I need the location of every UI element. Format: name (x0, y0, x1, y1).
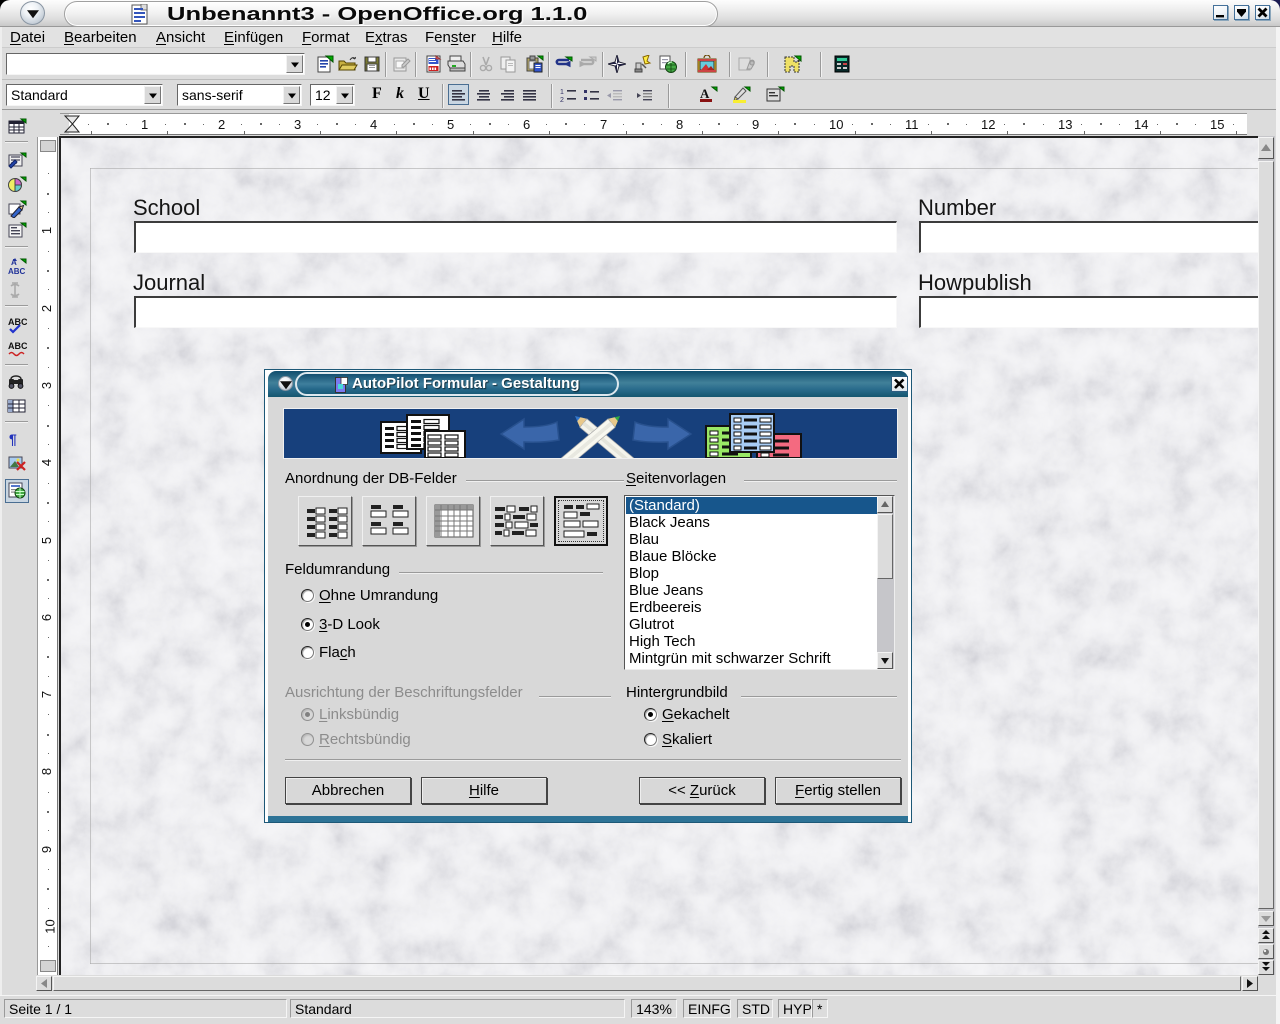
svg-text:A: A (11, 258, 17, 267)
svg-text:ABC: ABC (8, 341, 27, 351)
svg-text:2: 2 (560, 97, 564, 104)
svg-text:ABC: ABC (8, 317, 27, 327)
svg-text:1: 1 (560, 89, 564, 96)
svg-text:¶: ¶ (9, 431, 17, 447)
svg-text:A: A (700, 86, 710, 101)
svg-text:ABC: ABC (8, 267, 26, 276)
